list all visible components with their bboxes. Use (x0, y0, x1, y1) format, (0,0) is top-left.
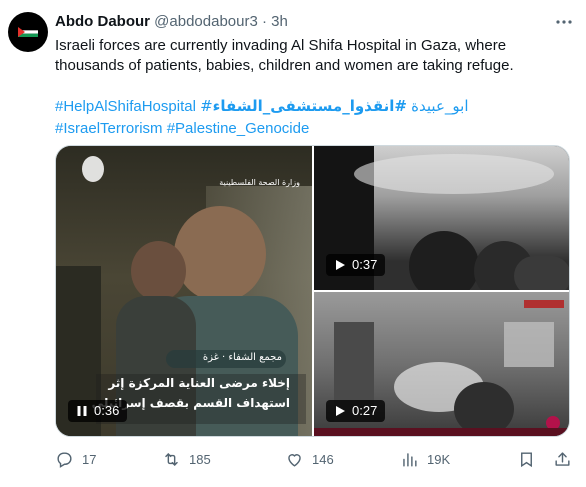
video-source-label: وزارة الصحة الفلسطينية (219, 178, 300, 187)
hashtag-link[interactable]: #انقذوا_مستشفى_الشفاء (213, 97, 407, 115)
reply-count: 17 (82, 451, 97, 467)
repost-button[interactable]: 185 (162, 447, 211, 471)
separator: · (262, 13, 267, 30)
hashtag-line-2: #IsraelTerrorism #Palestine_Genocide (55, 118, 575, 140)
video-location-label: مجمع الشفاء · غزة (202, 352, 282, 363)
media-grid: وزارة الصحة الفلسطينية مجمع الشفاء · غزة… (55, 145, 570, 437)
video-2[interactable]: 0:37 (314, 146, 569, 290)
author-name[interactable]: Abdo Dabour (55, 13, 150, 30)
tweet-body: Israeli forces are currently invading Al… (55, 37, 514, 74)
video-duration: 0:27 (352, 403, 378, 418)
action-bar: 17 185 146 19K (55, 447, 575, 471)
video-duration: 0:37 (352, 257, 378, 272)
hashtag-block: #HelpAlShifaHospital #ابو_عبيدة #انقذوا_… (55, 95, 575, 140)
video-duration: 0:36 (94, 403, 120, 418)
repost-count: 185 (189, 451, 211, 467)
author-handle[interactable]: @abdodabour3 (154, 13, 258, 30)
hashtag-link[interactable]: #IsraelTerrorism (55, 120, 163, 137)
heart-icon (288, 453, 301, 467)
tweet-header: Abdo Dabour @abdodabour3 · 3h (55, 12, 566, 32)
pause-icon[interactable] (76, 405, 88, 417)
bookmark-button[interactable] (517, 447, 536, 471)
avatar[interactable] (8, 12, 48, 52)
video-duration-badge: 0:27 (326, 400, 386, 422)
views-chart-icon (403, 452, 417, 467)
hashtag-line-1: #HelpAlShifaHospital #ابو_عبيدة #انقذوا_… (55, 95, 575, 118)
tweet-card[interactable]: Abdo Dabour @abdodabour3 · 3h Israeli fo… (0, 0, 586, 487)
palestine-flag-icon (18, 27, 38, 37)
reply-icon (57, 451, 72, 468)
tweet-text: Israeli forces are currently invading Al… (55, 36, 570, 76)
video-duration-badge: 0:36 (68, 400, 128, 422)
share-icon (555, 451, 570, 466)
play-icon[interactable] (334, 405, 346, 417)
views-button[interactable]: 19K (400, 447, 450, 471)
hashtag-link[interactable]: #Palestine_Genocide (167, 120, 310, 137)
bookmark-icon (521, 451, 532, 467)
like-count: 146 (312, 451, 334, 467)
reply-button[interactable]: 17 (55, 447, 96, 471)
view-count: 19K (427, 451, 451, 467)
timestamp[interactable]: 3h (271, 13, 288, 30)
video-3[interactable]: 0:27 (314, 292, 569, 436)
like-button[interactable]: 146 (285, 447, 334, 471)
share-button[interactable] (553, 447, 572, 471)
video-1[interactable]: وزارة الصحة الفلسطينية مجمع الشفاء · غزة… (56, 146, 312, 436)
video-caption-line-1: إخلاء مرضى العناية المركزة إثر (108, 376, 290, 390)
play-icon[interactable] (334, 259, 346, 271)
hashtag-link[interactable]: #HelpAlShifaHospital (55, 98, 196, 115)
repost-icon (165, 452, 178, 466)
video-duration-badge: 0:37 (326, 254, 386, 276)
more-dots-icon[interactable] (554, 12, 574, 32)
